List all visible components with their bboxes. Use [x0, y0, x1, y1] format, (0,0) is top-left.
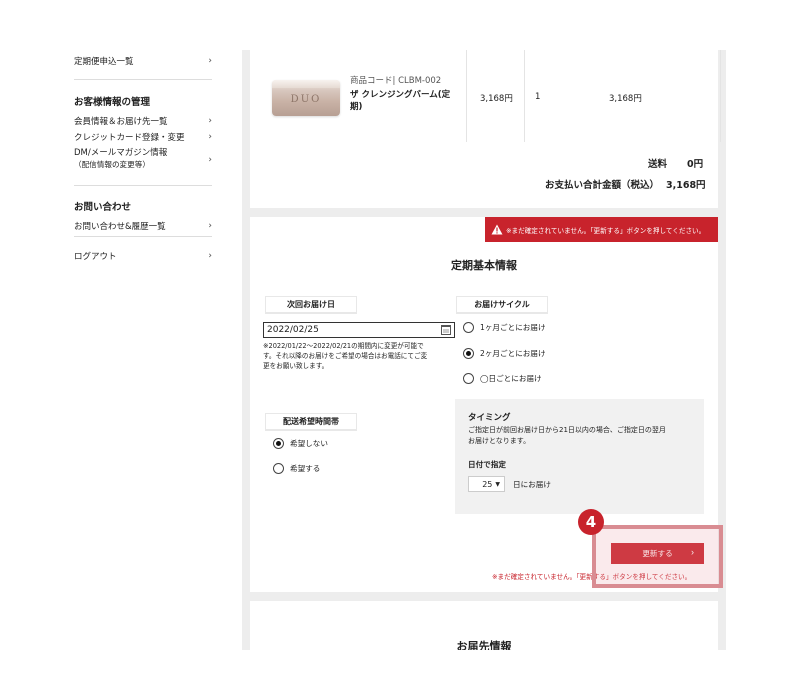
- product-code: 商品コード| CLBM-002: [350, 76, 442, 86]
- sidebar-item-credit-card[interactable]: クレジットカード登録・変更 ›: [74, 131, 212, 143]
- unit-price: 3,168円: [480, 94, 513, 104]
- note-line2: す。それ以降のお届けをご希望の場合はお電話にてご変: [263, 352, 428, 360]
- shipping-fee-value: 0円: [687, 159, 704, 170]
- radio-label: ◯日ごとにお届け: [480, 374, 542, 383]
- warning-icon: [491, 224, 503, 235]
- timing-title: タイミング: [468, 413, 511, 423]
- note-line1: ※2022/01/22〜2022/02/21の期間内に変更が可能で: [263, 342, 424, 350]
- unconfirmed-alert-banner: ※まだ確定されていません。「更新する」ボタンを押してください。: [485, 217, 718, 242]
- sidebar-item-label: 会員情報＆お届け先一覧: [74, 117, 168, 127]
- timing-description: ご指定日が前回お届け日から21日以内の場合、ご指定日の翌月 お届けとなります。: [468, 425, 698, 447]
- radio-button[interactable]: [273, 438, 284, 449]
- step-highlight-box: [592, 525, 723, 588]
- chevron-right-icon: ›: [208, 56, 212, 66]
- product-name-line1: ザ クレンジングバーム(定: [350, 90, 451, 100]
- order-summary-panel: DUO 商品コード| CLBM-002 ザ クレンジングバーム(定 期) 3,1…: [250, 50, 721, 208]
- shipping-fee-label: 送料: [648, 159, 668, 170]
- next-delivery-label: 次回お届け日: [265, 296, 357, 314]
- day-value: 25: [482, 479, 493, 489]
- timing-info-box: タイミング ご指定日が前回お届け日から21日以内の場合、ご指定日の翌月 お届けと…: [455, 399, 704, 514]
- sidebar-item-label: ログアウト: [74, 252, 117, 262]
- delivery-day-select[interactable]: 25 ▼: [468, 476, 505, 492]
- sidebar-heading-contact: お問い合わせ: [74, 202, 132, 213]
- sidebar-item-label: クレジットカード登録・変更: [74, 133, 185, 143]
- sidebar-item-label: DM/メールマガジン情報 （配信情報の変更等）: [74, 148, 167, 171]
- timing-desc-line1: ご指定日が前回お届け日から21日以内の場合、ご指定日の翌月: [468, 426, 666, 434]
- note-line3: 更をお願い致します。: [263, 362, 329, 370]
- delivery-cycle-label: お届けサイクル: [456, 296, 548, 314]
- chevron-right-icon: ›: [208, 221, 212, 231]
- chevron-right-icon: ›: [208, 251, 212, 261]
- cycle-option-ndays[interactable]: ◯日ごとにお届け: [463, 373, 542, 384]
- delivery-time-label: 配送希望時間帯: [265, 413, 357, 431]
- timing-desc-line2: お届けとなります。: [468, 437, 531, 445]
- total-label: お支払い合計金額（税込）: [545, 180, 660, 191]
- shipping-info-panel: お届先情報: [250, 601, 718, 650]
- sidebar-item-regular-apply[interactable]: 定期便申込一覧 ›: [74, 55, 212, 67]
- radio-label: 1ヶ月ごとにお届け: [480, 323, 546, 332]
- radio-button[interactable]: [463, 322, 474, 333]
- chevron-right-icon: ›: [208, 154, 212, 165]
- next-delivery-date-input[interactable]: 2022/02/25: [263, 322, 455, 338]
- section-title-regular: 定期基本情報: [451, 259, 517, 272]
- chevron-right-icon: ›: [208, 132, 212, 142]
- radio-button[interactable]: [463, 348, 474, 359]
- radio-label: 希望しない: [290, 439, 328, 448]
- dm-label-line1: DM/メールマガジン情報: [74, 148, 168, 158]
- radio-label: 2ヶ月ごとにお届け: [480, 349, 546, 358]
- sidebar-heading-customer: お客様情報の管理: [74, 97, 151, 108]
- cycle-option-2month[interactable]: 2ヶ月ごとにお届け: [463, 348, 546, 359]
- step-number-badge: 4: [578, 509, 604, 535]
- sidebar-item-label: 定期便申込一覧: [74, 57, 134, 67]
- product-name: ザ クレンジングバーム(定 期): [350, 89, 450, 113]
- sidebar-item-logout[interactable]: ログアウト ›: [74, 250, 212, 262]
- table-divider: [720, 50, 721, 142]
- chevron-right-icon: ›: [208, 116, 212, 126]
- radio-button[interactable]: [463, 373, 474, 384]
- quantity: 1: [535, 92, 541, 102]
- alert-text: ※まだ確定されていません。「更新する」ボタンを押してください。: [506, 226, 706, 235]
- radio-button[interactable]: [273, 463, 284, 474]
- sidebar-item-dm-mail[interactable]: DM/メールマガジン情報 （配信情報の変更等） ›: [74, 148, 212, 171]
- sidebar-item-member-info[interactable]: 会員情報＆お届け先一覧 ›: [74, 115, 212, 127]
- sidebar-item-label: お問い合わせ&履歴一覧: [74, 222, 166, 232]
- sidebar: 定期便申込一覧 › お客様情報の管理 会員情報＆お届け先一覧 › クレジットカー…: [50, 50, 242, 650]
- divider: [74, 185, 212, 186]
- chevron-down-icon: ▼: [495, 480, 500, 488]
- product-image: DUO: [272, 80, 340, 116]
- product-logo: DUO: [290, 94, 322, 105]
- sidebar-item-contact-history[interactable]: お問い合わせ&履歴一覧 ›: [74, 220, 212, 232]
- day-unit-label: 日にお届け: [513, 480, 551, 489]
- cycle-option-1month[interactable]: 1ヶ月ごとにお届け: [463, 322, 546, 333]
- date-value: 2022/02/25: [267, 325, 319, 335]
- dm-label-line2: （配信情報の変更等）: [74, 160, 150, 169]
- divider: [74, 79, 212, 80]
- right-edge-panel: [726, 50, 750, 650]
- date-change-note: ※2022/01/22〜2022/02/21の期間内に変更が可能で す。それ以降…: [263, 341, 427, 371]
- table-divider: [524, 50, 525, 142]
- time-option-preference[interactable]: 希望する: [273, 463, 320, 474]
- total-value: 3,168円: [666, 180, 706, 191]
- product-name-line2: 期): [350, 102, 363, 112]
- section-title-shipping: お届先情報: [456, 640, 512, 650]
- table-divider: [466, 50, 467, 142]
- calendar-icon[interactable]: [441, 325, 451, 335]
- radio-label: 希望する: [290, 464, 321, 473]
- date-spec-label: 日付で指定: [468, 460, 506, 469]
- time-option-no-preference[interactable]: 希望しない: [273, 438, 328, 449]
- subtotal: 3,168円: [609, 94, 642, 104]
- divider: [74, 236, 212, 237]
